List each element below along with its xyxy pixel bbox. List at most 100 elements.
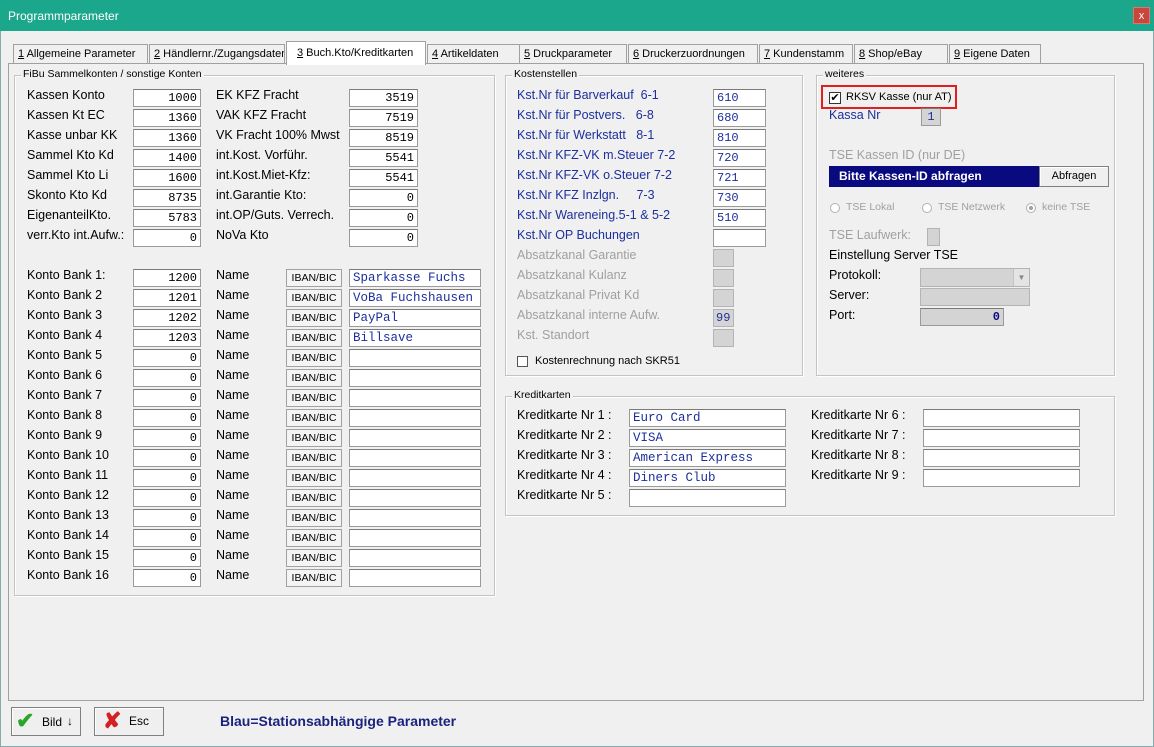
protokoll-select[interactable]: ▼ bbox=[920, 268, 1030, 287]
bank-name-field[interactable] bbox=[349, 549, 481, 567]
keine-tse-radio[interactable] bbox=[1026, 203, 1036, 213]
tse-lokal-radio[interactable] bbox=[830, 203, 840, 213]
kreditkarte-field[interactable]: Diners Club bbox=[629, 469, 786, 487]
bank-name-field[interactable] bbox=[349, 369, 481, 387]
iban-bic-button[interactable]: IBAN/BIC bbox=[286, 469, 342, 487]
bank-name-field[interactable] bbox=[349, 489, 481, 507]
skr51-checkbox[interactable] bbox=[517, 356, 528, 367]
tab-6[interactable]: 6 Druckerzuordnungen bbox=[628, 44, 758, 64]
kostenstelle-field[interactable] bbox=[713, 229, 766, 247]
bank-name-field[interactable] bbox=[349, 389, 481, 407]
tab-2[interactable]: 2 Händlernr./Zugangsdaten bbox=[149, 44, 285, 64]
fibu-left-field[interactable]: 8735 bbox=[133, 189, 201, 207]
tab-8[interactable]: 8 Shop/eBay bbox=[854, 44, 948, 64]
port-field[interactable]: 0 bbox=[920, 308, 1004, 326]
tab-7[interactable]: 7 Kundenstamm bbox=[759, 44, 853, 64]
chevron-down-icon[interactable]: ▼ bbox=[1013, 269, 1029, 286]
kreditkarte-field[interactable] bbox=[923, 409, 1080, 427]
iban-bic-button[interactable]: IBAN/BIC bbox=[286, 289, 342, 307]
iban-bic-button[interactable]: IBAN/BIC bbox=[286, 489, 342, 507]
bank-name-field[interactable] bbox=[349, 409, 481, 427]
kreditkarte-field[interactable]: American Express bbox=[629, 449, 786, 467]
tab-3[interactable]: 3 Buch.Kto/Kreditkarten bbox=[286, 41, 426, 65]
bank-account-field[interactable]: 0 bbox=[133, 569, 201, 587]
bank-name-field[interactable] bbox=[349, 349, 481, 367]
bank-account-field[interactable]: 0 bbox=[133, 529, 201, 547]
iban-bic-button[interactable]: IBAN/BIC bbox=[286, 529, 342, 547]
fibu-right-field[interactable]: 8519 bbox=[349, 129, 418, 147]
bank-name-field[interactable] bbox=[349, 509, 481, 527]
fibu-right-field[interactable]: 0 bbox=[349, 229, 418, 247]
kostenstelle-field[interactable]: 680 bbox=[713, 109, 766, 127]
bank-account-field[interactable]: 0 bbox=[133, 549, 201, 567]
bank-account-field[interactable]: 1203 bbox=[133, 329, 201, 347]
kreditkarte-field[interactable] bbox=[923, 449, 1080, 467]
fibu-left-field[interactable]: 5783 bbox=[133, 209, 201, 227]
fibu-left-field[interactable]: 1360 bbox=[133, 129, 201, 147]
kreditkarte-field[interactable]: VISA bbox=[629, 429, 786, 447]
bank-account-field[interactable]: 0 bbox=[133, 369, 201, 387]
tab-9[interactable]: 9 Eigene Daten bbox=[949, 44, 1041, 64]
bank-account-field[interactable]: 0 bbox=[133, 509, 201, 527]
close-button[interactable]: x bbox=[1133, 7, 1150, 24]
bank-account-field[interactable]: 0 bbox=[133, 349, 201, 367]
kostenstelle-field[interactable]: 610 bbox=[713, 89, 766, 107]
tab-5[interactable]: 5 Druckparameter bbox=[519, 44, 627, 64]
kreditkarte-field[interactable] bbox=[629, 489, 786, 507]
fibu-right-field[interactable]: 0 bbox=[349, 209, 418, 227]
tse-netzwerk-radio[interactable] bbox=[922, 203, 932, 213]
fibu-right-field[interactable]: 5541 bbox=[349, 169, 418, 187]
rksv-checkbox[interactable]: ✔ bbox=[829, 92, 841, 104]
kreditkarte-field[interactable] bbox=[923, 469, 1080, 487]
bank-name-field[interactable]: Billsave bbox=[349, 329, 481, 347]
abfragen-button[interactable]: Abfragen bbox=[1039, 166, 1109, 187]
fibu-right-field[interactable]: 0 bbox=[349, 189, 418, 207]
iban-bic-button[interactable]: IBAN/BIC bbox=[286, 269, 342, 287]
kreditkarte-field[interactable] bbox=[923, 429, 1080, 447]
bank-name-field[interactable] bbox=[349, 529, 481, 547]
fibu-right-field[interactable]: 3519 bbox=[349, 89, 418, 107]
bank-name-field[interactable] bbox=[349, 569, 481, 587]
bank-name-field[interactable] bbox=[349, 429, 481, 447]
bank-account-field[interactable]: 0 bbox=[133, 429, 201, 447]
iban-bic-button[interactable]: IBAN/BIC bbox=[286, 389, 342, 407]
fibu-left-field[interactable]: 0 bbox=[133, 229, 201, 247]
kassa-nr-field[interactable]: 1 bbox=[921, 108, 941, 126]
fibu-left-field[interactable]: 1360 bbox=[133, 109, 201, 127]
fibu-left-field[interactable]: 1000 bbox=[133, 89, 201, 107]
bank-account-field[interactable]: 0 bbox=[133, 409, 201, 427]
iban-bic-button[interactable]: IBAN/BIC bbox=[286, 449, 342, 467]
iban-bic-button[interactable]: IBAN/BIC bbox=[286, 349, 342, 367]
bank-account-field[interactable]: 0 bbox=[133, 489, 201, 507]
kostenstelle-field[interactable]: 510 bbox=[713, 209, 766, 227]
fibu-left-field[interactable]: 1400 bbox=[133, 149, 201, 167]
bank-account-field[interactable]: 0 bbox=[133, 449, 201, 467]
server-field[interactable] bbox=[920, 288, 1030, 306]
iban-bic-button[interactable]: IBAN/BIC bbox=[286, 549, 342, 567]
bank-name-field[interactable]: VoBa Fuchshausen bbox=[349, 289, 481, 307]
fibu-right-field[interactable]: 5541 bbox=[349, 149, 418, 167]
bank-account-field[interactable]: 1202 bbox=[133, 309, 201, 327]
bank-account-field[interactable]: 0 bbox=[133, 469, 201, 487]
fibu-left-field[interactable]: 1600 bbox=[133, 169, 201, 187]
kostenstelle-field[interactable]: 720 bbox=[713, 149, 766, 167]
bank-account-field[interactable]: 1200 bbox=[133, 269, 201, 287]
iban-bic-button[interactable]: IBAN/BIC bbox=[286, 329, 342, 347]
iban-bic-button[interactable]: IBAN/BIC bbox=[286, 309, 342, 327]
fibu-right-field[interactable]: 7519 bbox=[349, 109, 418, 127]
kreditkarte-field[interactable]: Euro Card bbox=[629, 409, 786, 427]
bank-name-field[interactable]: Sparkasse Fuchs bbox=[349, 269, 481, 287]
iban-bic-button[interactable]: IBAN/BIC bbox=[286, 369, 342, 387]
iban-bic-button[interactable]: IBAN/BIC bbox=[286, 409, 342, 427]
bank-account-field[interactable]: 0 bbox=[133, 389, 201, 407]
tab-4[interactable]: 4 Artikeldaten bbox=[427, 44, 529, 64]
iban-bic-button[interactable]: IBAN/BIC bbox=[286, 569, 342, 587]
esc-button[interactable]: ✘ Esc bbox=[94, 707, 164, 736]
kostenstelle-field[interactable]: 721 bbox=[713, 169, 766, 187]
bank-account-field[interactable]: 1201 bbox=[133, 289, 201, 307]
tab-1[interactable]: 1 Allgemeine Parameter bbox=[13, 44, 148, 64]
kostenstelle-field[interactable]: 810 bbox=[713, 129, 766, 147]
iban-bic-button[interactable]: IBAN/BIC bbox=[286, 509, 342, 527]
bank-name-field[interactable] bbox=[349, 469, 481, 487]
iban-bic-button[interactable]: IBAN/BIC bbox=[286, 429, 342, 447]
